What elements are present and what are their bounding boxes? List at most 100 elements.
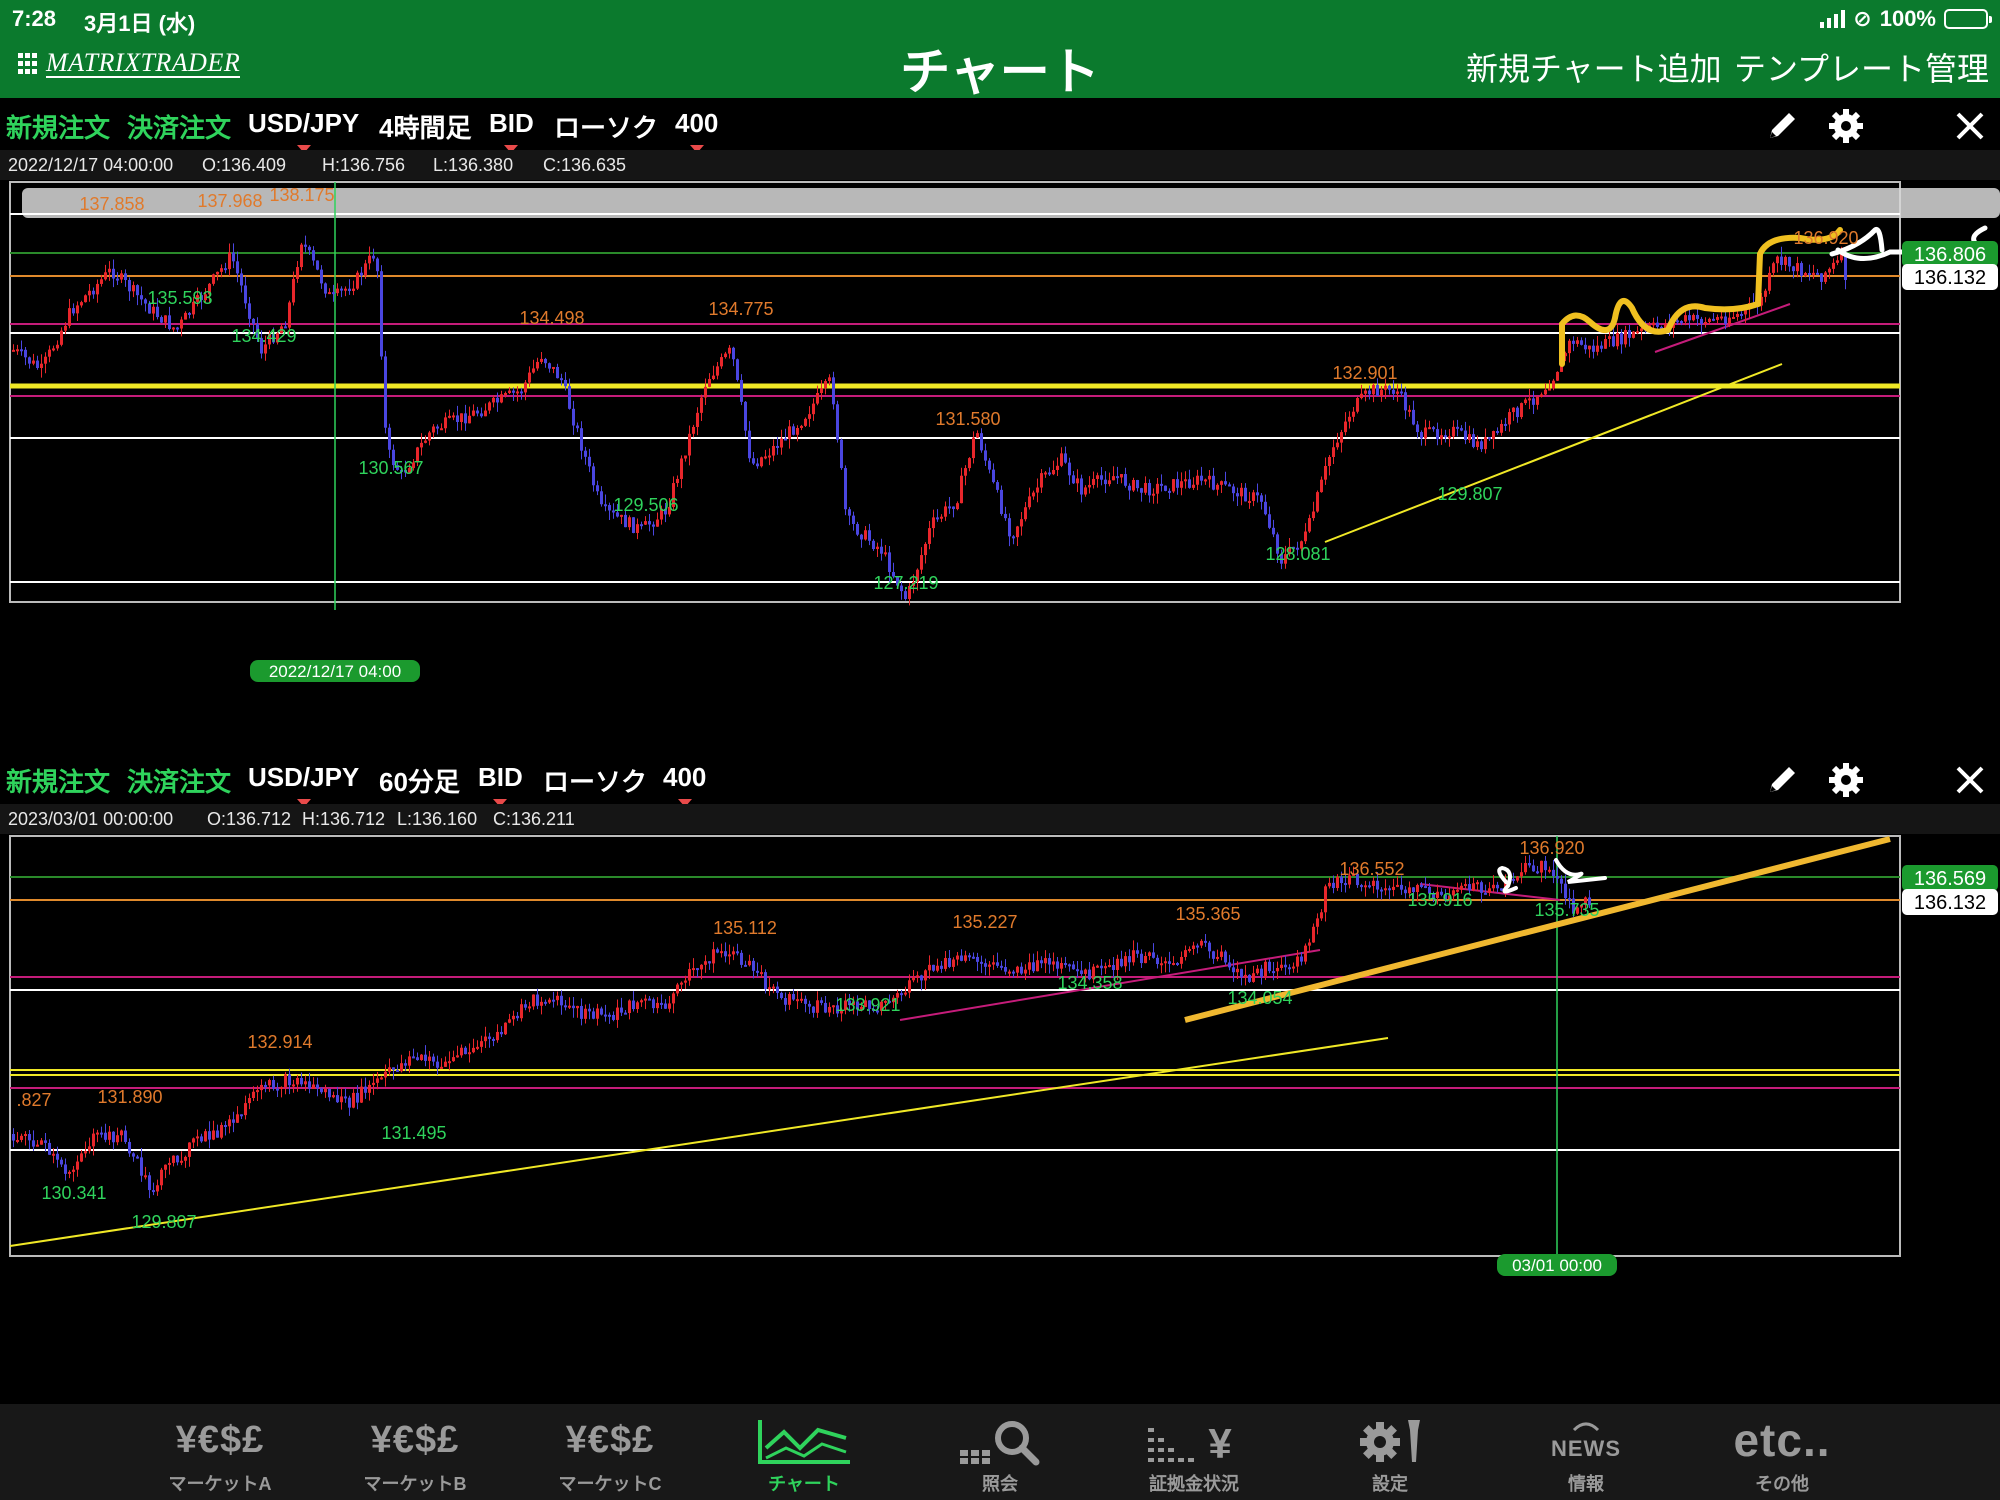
candle xyxy=(120,273,123,280)
tab-settings[interactable]: 設定 xyxy=(1300,1404,1480,1500)
pencil-icon[interactable] xyxy=(1762,760,1802,800)
gear-icon[interactable] xyxy=(1826,760,1866,800)
candle xyxy=(776,986,779,993)
candle xyxy=(288,302,291,328)
chart-toolbar: 新規注文 決済注文 USD/JPY 60分足 BID ローソク 400 xyxy=(0,752,2000,813)
close-order-button[interactable]: 決済注文 xyxy=(127,108,231,145)
tab-news[interactable]: NEWS 情報 xyxy=(1496,1404,1676,1500)
ohlc-low: L:136.160 xyxy=(397,809,478,829)
tab-market-c[interactable]: ¥€$£ マーケットC xyxy=(520,1404,700,1500)
candle xyxy=(252,318,255,324)
candle xyxy=(652,999,655,1009)
low-price-label: 130.567 xyxy=(358,458,423,478)
candle xyxy=(1140,953,1143,964)
candle xyxy=(1564,883,1567,899)
candle xyxy=(736,951,739,954)
candle xyxy=(1180,956,1183,964)
candle xyxy=(800,998,803,1001)
candle xyxy=(732,951,735,955)
candle xyxy=(740,952,743,965)
candle xyxy=(32,1140,35,1147)
timeframe-select[interactable]: 60分足 xyxy=(379,762,460,813)
gear-icon[interactable] xyxy=(1826,106,1866,146)
candle xyxy=(504,1022,507,1035)
tab-chart[interactable]: チャート xyxy=(714,1404,894,1500)
candle xyxy=(452,415,455,418)
candle xyxy=(640,1000,643,1003)
currency-pair-select[interactable]: USD/JPY xyxy=(248,762,359,807)
candle xyxy=(920,555,923,570)
timeframe-select[interactable]: 4時間足 xyxy=(379,108,471,159)
candle xyxy=(216,1130,219,1138)
candle xyxy=(252,1091,255,1099)
tab-other[interactable]: etc.. その他 xyxy=(1692,1404,1872,1500)
candle xyxy=(1084,487,1087,495)
candle xyxy=(776,445,779,448)
price-type-select[interactable]: BID xyxy=(489,108,534,153)
candle xyxy=(424,440,427,443)
candle xyxy=(1816,272,1819,275)
pencil-icon[interactable] xyxy=(1762,106,1802,146)
tab-inquiry[interactable]: 照会 xyxy=(910,1404,1090,1500)
candle-count-select[interactable]: 400 xyxy=(663,762,706,807)
plot-frame xyxy=(9,181,1901,603)
close-icon[interactable] xyxy=(1950,106,1990,146)
candle xyxy=(1500,423,1503,433)
candle xyxy=(1584,344,1587,350)
candle xyxy=(164,315,167,323)
candle xyxy=(1152,493,1155,496)
chart-plot-area[interactable]: .827 131.890 132.914 135.112 135.227 135.365 1… xyxy=(0,834,2000,1404)
candle xyxy=(520,391,523,394)
new-order-button[interactable]: 新規注文 xyxy=(6,108,110,145)
candle xyxy=(1080,478,1083,495)
candle xyxy=(1236,968,1239,973)
candle xyxy=(788,994,791,1005)
close-icon[interactable] xyxy=(1950,760,1990,800)
currency-pair-select[interactable]: USD/JPY xyxy=(248,108,359,153)
tab-label: マーケットC xyxy=(558,1474,662,1494)
tab-market-b[interactable]: ¥€$£ マーケットB xyxy=(325,1404,505,1500)
candle xyxy=(636,524,639,533)
candle xyxy=(832,377,835,405)
candle xyxy=(572,408,575,426)
new-order-button[interactable]: 新規注文 xyxy=(6,762,110,799)
candle xyxy=(1468,434,1471,440)
chart-type-select[interactable]: ローソク xyxy=(554,108,658,159)
candle xyxy=(1380,889,1383,892)
chart-plot-area[interactable]: 137.858 137.968 138.175 134.498 134.775 131.5… xyxy=(0,180,2000,750)
candle xyxy=(816,1000,819,1013)
candle xyxy=(1132,950,1135,963)
candle xyxy=(1016,526,1019,538)
candle xyxy=(1520,403,1523,418)
candle xyxy=(1528,862,1531,866)
close-order-button[interactable]: 決済注文 xyxy=(127,762,231,799)
tab-market-a[interactable]: ¥€$£ マーケットA xyxy=(130,1404,310,1500)
candle xyxy=(596,485,599,492)
etc-icon: etc.. xyxy=(1733,1414,1831,1466)
candle xyxy=(528,372,531,383)
chart-type-label: ローソク xyxy=(543,767,648,797)
candle xyxy=(1432,427,1435,430)
candle xyxy=(1352,411,1355,417)
candle xyxy=(1808,272,1811,275)
template-manage-button[interactable]: テンプレート管理 xyxy=(1734,44,1989,90)
candle xyxy=(468,1052,471,1055)
candle xyxy=(1312,926,1315,943)
candle xyxy=(1480,441,1483,450)
candle xyxy=(1332,447,1335,457)
candle xyxy=(1368,390,1371,395)
chart-type-select[interactable]: ローソク xyxy=(543,762,648,813)
candle-count-select[interactable]: 400 xyxy=(675,108,718,153)
candle xyxy=(1524,399,1527,404)
candle xyxy=(1384,888,1387,891)
battery-percent: 100% xyxy=(1879,6,1936,31)
candle xyxy=(344,288,347,291)
add-chart-button[interactable]: 新規チャート追加 xyxy=(1466,44,1722,90)
candle xyxy=(1576,340,1579,344)
candle xyxy=(1692,314,1695,321)
candle xyxy=(956,503,959,510)
price-type-select[interactable]: BID xyxy=(478,762,523,807)
candle xyxy=(1284,964,1287,968)
tab-margin-status[interactable]: ¥ 証拠金状況 xyxy=(1104,1404,1284,1500)
candle xyxy=(580,428,583,451)
